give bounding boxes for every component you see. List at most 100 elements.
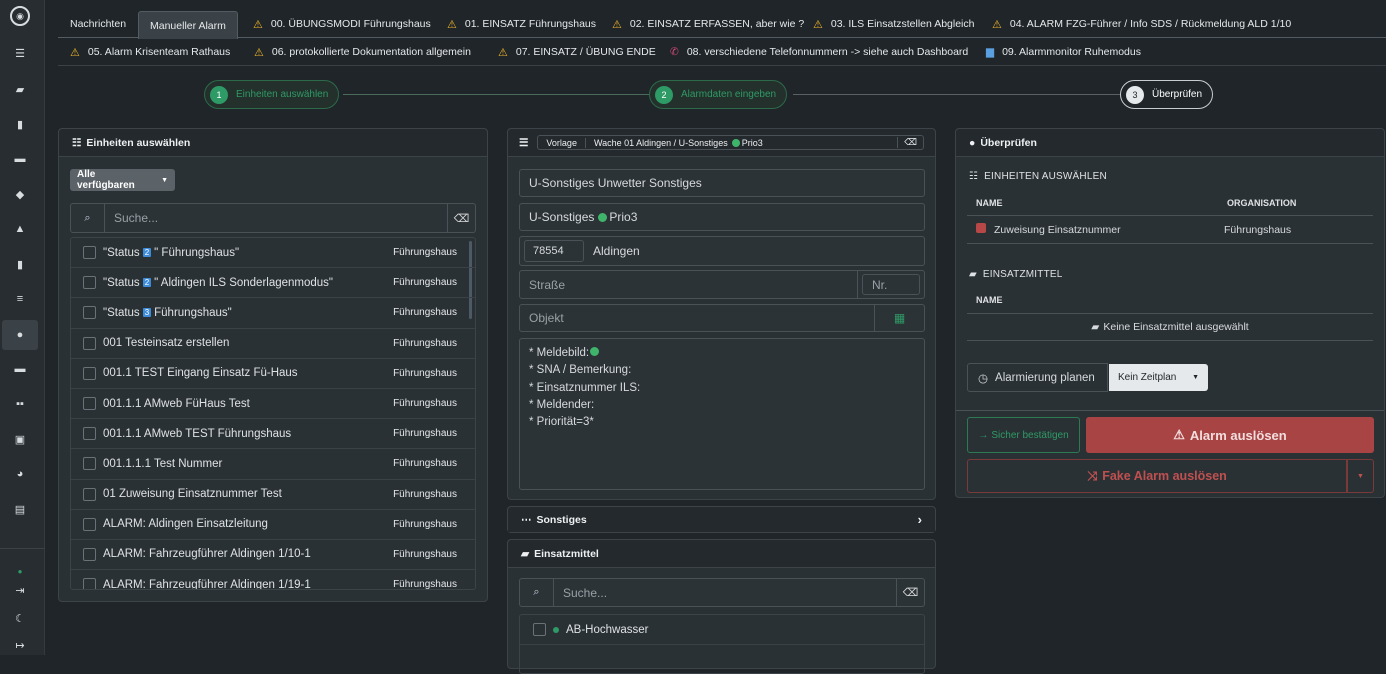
- step-label: Einheiten auswählen: [236, 89, 329, 100]
- unit-row[interactable]: 001.1 TEST Eingang Einsatz Fü-Haus Führun…: [71, 359, 475, 389]
- tab-09[interactable]: ▆ 09. Alarmmonitor Ruhemodus: [986, 39, 1141, 65]
- message-line: * Einsatznummer ILS:: [529, 381, 641, 394]
- moon-icon[interactable]: ☾: [0, 603, 40, 633]
- tab-label: 00. ÜBUNGSMODI Führungshaus: [270, 18, 431, 30]
- checkbox[interactable]: [83, 366, 96, 380]
- tab-03[interactable]: ⚠ 03. ILS Einsatzstellen Abgleich: [813, 11, 974, 37]
- checkbox[interactable]: [83, 276, 96, 290]
- tab-nachrichten[interactable]: Nachrichten: [70, 11, 126, 37]
- message-textarea[interactable]: * Meldebild: * SNA / Bemerkung: * Einsat…: [519, 338, 925, 490]
- sonstiges-section[interactable]: ⋯ Sonstiges ›: [507, 506, 936, 533]
- checkbox[interactable]: [83, 427, 96, 441]
- keyword-field[interactable]: U-Sonstiges Unwetter Sonstiges: [519, 169, 925, 197]
- tab-label: 04. ALARM FZG-Führer / Info SDS / Rückme…: [1009, 18, 1292, 30]
- unit-row[interactable]: "Status 2 " Führungshaus" Führungshaus: [71, 238, 475, 269]
- plan-value: Kein Zeitplan: [1118, 372, 1177, 383]
- unit-row[interactable]: "Status 2 " Aldingen ILS Sonderlagenmodus"…: [71, 268, 475, 299]
- step-ueberpruefen[interactable]: 3 Überprüfen: [1120, 80, 1214, 109]
- logout-icon[interactable]: ↦: [0, 630, 40, 660]
- eraser-icon[interactable]: ⌫: [897, 137, 923, 148]
- einsatzmittel-search[interactable]: ⌕ Suche... ⌫: [519, 578, 925, 607]
- users-icon[interactable]: ▪▪: [0, 389, 40, 419]
- fake-alarm-button[interactable]: ⤨ Fake Alarm auslösen: [967, 459, 1347, 493]
- megaphone-icon[interactable]: ◆: [0, 179, 40, 209]
- unit-row[interactable]: 001.1.1 AMweb TEST Führungshaus Führungsh…: [71, 419, 475, 450]
- zip-input[interactable]: 78554: [524, 240, 584, 262]
- einsatzmittel-list: AB-Hochwasser: [519, 614, 925, 674]
- confirm-button[interactable]: → Sicher bestätigen: [967, 417, 1080, 453]
- unit-row[interactable]: "Status 3 Führungshaus" Führungshaus: [71, 298, 475, 329]
- chevron-right-icon: ›: [917, 512, 922, 527]
- checkbox[interactable]: [83, 246, 96, 260]
- unit-row[interactable]: ALARM: Fahrzeugführer Aldingen 1/19-1 Füh…: [71, 570, 475, 589]
- archive-icon[interactable]: ▬: [0, 354, 40, 384]
- map-icon[interactable]: ▦: [874, 305, 924, 331]
- units-search[interactable]: ⌕ Suche... ⌫: [70, 203, 476, 233]
- unit-row[interactable]: 001 Testeinsatz erstellen Führungshaus: [71, 329, 475, 359]
- document-icon[interactable]: ▤: [0, 494, 40, 524]
- checkbox[interactable]: [83, 547, 96, 561]
- units-panel: ☷ Einheiten auswählen Alle verfügbaren ▼ ⌕…: [58, 128, 488, 602]
- tab-05[interactable]: ⚠ 05. Alarm Krisenteam Rathaus: [70, 39, 230, 65]
- unit-row[interactable]: ALARM: Fahrzeugführer Aldingen 1/10-1 Füh…: [71, 540, 475, 571]
- chart-icon[interactable]: ◕: [0, 459, 40, 489]
- siren-icon: ▰: [969, 269, 977, 280]
- template-selector[interactable]: Vorlage Wache 01 Aldingen / U-Sonstiges …: [537, 135, 924, 150]
- unit-row[interactable]: 001.1.1 AMweb FüHaus Test Führungshaus: [71, 389, 475, 420]
- unit-org: Führungshaus: [393, 398, 457, 410]
- checkbox[interactable]: [83, 336, 96, 350]
- login-icon[interactable]: ⇥: [0, 575, 40, 605]
- unit-org: Führungshaus: [393, 458, 457, 470]
- siren-icon[interactable]: ▰: [0, 74, 40, 104]
- list-check-icon: ☷: [72, 136, 82, 149]
- tab-manueller-alarm[interactable]: Manueller Alarm: [138, 11, 238, 39]
- list-icon[interactable]: ≡: [0, 284, 40, 314]
- einsatzmittel-panel: ▰ Einsatzmittel ⌕ Suche... ⌫ AB-Hochwasse…: [507, 539, 936, 674]
- checkbox[interactable]: [83, 457, 96, 471]
- checkbox[interactable]: [83, 397, 96, 411]
- alarm-icon[interactable]: ●: [2, 320, 38, 350]
- tab-02[interactable]: ⚠ 02. EINSATZ ERFASSEN, aber wie ?: [612, 11, 804, 37]
- tab-08[interactable]: ✆ 08. verschiedene Telefonnummern -> sieh…: [670, 39, 968, 65]
- bell-icon[interactable]: ▲: [0, 214, 40, 244]
- list-item[interactable]: AB-Hochwasser: [520, 615, 924, 646]
- remove-unit-icon[interactable]: [976, 223, 986, 233]
- em-heading-text: EINSATZMITTEL: [982, 269, 1063, 280]
- tab-07[interactable]: ⚠ 07. EINSATZ / ÜBUNG ENDE: [498, 39, 656, 65]
- book-icon[interactable]: ▮: [0, 109, 40, 139]
- search-input[interactable]: Suche...: [105, 211, 447, 225]
- city-input[interactable]: Aldingen: [584, 244, 640, 258]
- filter-dropdown[interactable]: Alle verfügbaren ▼: [70, 169, 175, 191]
- tab-00[interactable]: ⚠ 00. ÜBUNGSMODI Führungshaus: [253, 11, 431, 37]
- unit-row[interactable]: ALARM: Aldingen Einsatzleitung Führungsha…: [71, 510, 475, 540]
- calendar-icon[interactable]: ▣: [0, 424, 40, 454]
- tab-06[interactable]: ⚠ 06. protokollierte Dokumentation allgem…: [254, 39, 471, 65]
- tab-label: 06. protokollierte Dokumentation allgeme…: [271, 46, 471, 58]
- alarm-button[interactable]: ⚠ Alarm auslösen: [1086, 417, 1374, 453]
- step-alarmdaten[interactable]: 2 Alarmdaten eingeben: [649, 80, 788, 109]
- schedule-dropdown[interactable]: Kein Zeitplan ▼: [1109, 364, 1208, 391]
- checkbox[interactable]: [533, 623, 546, 637]
- object-input[interactable]: Objekt: [520, 311, 874, 325]
- checkbox[interactable]: [83, 578, 96, 589]
- unit-name: "Status: [103, 246, 140, 259]
- menu-icon[interactable]: ☰: [0, 38, 40, 68]
- checkbox[interactable]: [83, 517, 96, 531]
- eraser-icon[interactable]: ⌫: [447, 204, 475, 232]
- fake-alarm-dropdown[interactable]: ▼: [1347, 459, 1374, 493]
- tab-04[interactable]: ⚠ 04. ALARM FZG-Führer / Info SDS / Rückm…: [992, 11, 1291, 37]
- step-einheiten[interactable]: 1 Einheiten auswählen: [204, 80, 340, 109]
- checkbox[interactable]: [83, 306, 96, 320]
- app-logo-icon[interactable]: ◉: [10, 6, 30, 26]
- street-input[interactable]: Straße: [520, 271, 858, 298]
- unit-row[interactable]: 01 Zuweisung Einsatznummer Test Führungsh…: [71, 480, 475, 510]
- unit-row[interactable]: 001.1.1.1 Test Nummer Führungshaus: [71, 449, 475, 480]
- search-input[interactable]: Suche...: [554, 586, 896, 600]
- car-icon[interactable]: ▬: [0, 144, 40, 174]
- category-field[interactable]: U-Sonstiges Prio3: [519, 203, 925, 231]
- tab-01[interactable]: ⚠ 01. EINSATZ Führungshaus: [447, 11, 596, 37]
- house-nr-input[interactable]: Nr.: [862, 274, 920, 295]
- clipboard-icon[interactable]: ▮: [0, 249, 40, 279]
- eraser-icon[interactable]: ⌫: [896, 579, 924, 606]
- checkbox[interactable]: [83, 487, 96, 501]
